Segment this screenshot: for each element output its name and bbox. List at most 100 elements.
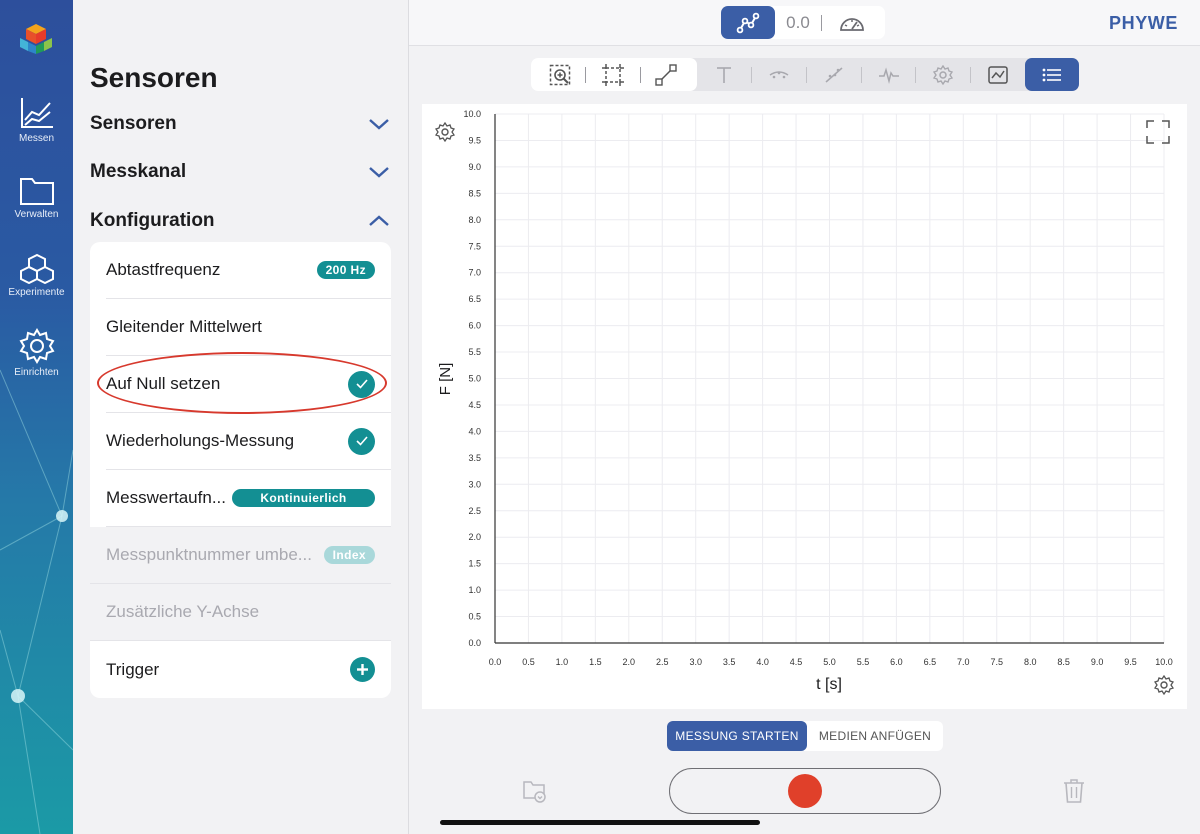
toolbar-active-group: [531, 58, 697, 91]
zoom-region-button[interactable]: [537, 58, 585, 91]
y-tick-label: 9.0: [468, 162, 481, 172]
acquisition-mode-badge[interactable]: Kontinuierlich: [232, 489, 375, 507]
config-row-gleitender-mittelwert[interactable]: Gleitender Mittelwert: [106, 299, 391, 356]
graph-mode-button[interactable]: [721, 6, 775, 39]
x-tick-label: 8.5: [1057, 657, 1070, 667]
x-tick-label: 0.5: [522, 657, 535, 667]
x-tick-label: 3.0: [689, 657, 702, 667]
config-row-zusaetzliche-y-achse: Zusätzliche Y-Achse: [90, 584, 391, 641]
x-tick-label: 7.0: [957, 657, 970, 667]
y-tick-label: 0.0: [468, 638, 481, 648]
y-tick-label: 9.5: [468, 135, 481, 145]
zero-checkbox[interactable]: [348, 370, 375, 398]
config-label: Gleitender Mittelwert: [106, 317, 262, 336]
y-tick-label: 8.0: [468, 215, 481, 225]
record-button[interactable]: [669, 768, 941, 814]
fit-curve-button[interactable]: [752, 58, 806, 91]
signal-icon: [878, 66, 899, 84]
section-messkanal[interactable]: Messkanal: [90, 157, 390, 187]
config-label: Messwertaufn...: [106, 488, 226, 507]
trash-icon[interactable]: [1062, 778, 1086, 804]
brand-logo: PHYWE: [1108, 13, 1178, 33]
section-label: Sensoren: [90, 113, 177, 134]
config-list: Abtastfrequenz 200 Hz Gleitender Mittelw…: [90, 242, 391, 698]
value-mode-button[interactable]: 0.0: [775, 13, 821, 33]
x-tick-label: 2.0: [623, 657, 636, 667]
config-label: Zusätzliche Y-Achse: [106, 602, 260, 621]
x-tick-label: 4.0: [756, 657, 769, 667]
x-axis-settings-button[interactable]: [1154, 675, 1174, 695]
y-tick-label: 1.0: [468, 585, 481, 595]
y-tick-label: 10.0: [463, 109, 481, 119]
config-label: Messpunktnummer umbe...: [106, 545, 312, 564]
x-tick-label: 6.0: [890, 657, 903, 667]
gauge-mode-button[interactable]: [822, 14, 882, 32]
rail-item-label: Messen: [18, 133, 54, 144]
x-tick-label: 5.5: [857, 657, 870, 667]
section-sensoren[interactable]: Sensoren: [90, 109, 390, 139]
app-logo-icon: [20, 24, 52, 54]
list-icon: [1042, 68, 1062, 81]
config-row-abtastfrequenz[interactable]: Abtastfrequenz 200 Hz: [106, 242, 391, 299]
fit-view-icon: [602, 63, 624, 86]
checkmark-icon: [355, 379, 368, 389]
repeat-checkbox[interactable]: [348, 427, 375, 455]
rail-item-verwalten[interactable]: Verwalten: [0, 174, 73, 220]
sample-rate-badge[interactable]: 200 Hz: [316, 261, 375, 279]
save-folder-icon[interactable]: [522, 778, 548, 804]
x-tick-label: 9.0: [1091, 657, 1104, 667]
rail-item-experimente[interactable]: Experimente: [0, 252, 73, 298]
y-axis-settings-button[interactable]: [435, 122, 455, 142]
force-time-chart[interactable]: 0.0 0.5 1.0 1.5 2.0 2.5 3.0 3.5 4.0 4.5 5.0 5.5 6.0 6…: [422, 104, 1187, 709]
fullscreen-icon[interactable]: [1146, 120, 1170, 144]
checkmark-icon: [355, 436, 368, 446]
analysis-view-button[interactable]: [971, 58, 1025, 91]
zoom-region-icon: [549, 64, 571, 85]
signal-analysis-button[interactable]: [862, 58, 916, 91]
config-row-auf-null-setzen[interactable]: Auf Null setzen: [106, 356, 391, 413]
y-tick-label: 2.5: [468, 506, 481, 516]
graph-nodes-icon: [736, 12, 760, 33]
attach-media-tab[interactable]: MEDIEN ANFÜGEN: [807, 721, 943, 751]
chevron-up-icon: [369, 215, 389, 226]
line-tool-icon: [655, 63, 677, 86]
y-tick-label: 0.5: [468, 612, 481, 622]
list-view-button[interactable]: [1025, 58, 1080, 91]
text-tool-button[interactable]: [697, 58, 751, 91]
y-tick-label: 7.0: [468, 268, 481, 278]
text-icon: [716, 66, 731, 83]
config-row-wiederholungs-messung[interactable]: Wiederholungs-Messung: [106, 413, 391, 470]
x-tick-label: 1.0: [556, 657, 569, 667]
home-indicator: [440, 820, 760, 825]
chevron-down-icon: [369, 119, 389, 130]
display-mode-switcher: 0.0: [721, 6, 885, 39]
rail-item-messen[interactable]: Messen: [0, 96, 73, 144]
cubes-icon: [19, 253, 54, 284]
add-trigger-button[interactable]: [350, 657, 375, 682]
y-tick-label: 3.5: [468, 453, 481, 463]
section-konfiguration[interactable]: Konfiguration: [90, 206, 390, 236]
x-tick-label: 8.0: [1024, 657, 1037, 667]
graph-settings-button[interactable]: [916, 58, 970, 91]
config-row-trigger[interactable]: Trigger: [106, 641, 391, 698]
chart-icon: [20, 98, 53, 128]
config-label: Abtastfrequenz: [106, 260, 221, 279]
x-tick-label: 3.5: [723, 657, 736, 667]
config-row-messpunktnummer: Messpunktnummer umbe... Index: [90, 527, 391, 584]
start-measurement-tab[interactable]: MESSUNG STARTEN: [667, 721, 807, 751]
page-title: Sensoren: [90, 62, 218, 93]
config-row-messwertaufnahme[interactable]: Messwertaufn... Kontinuierlich: [106, 470, 391, 527]
y-tick-label: 3.0: [468, 479, 481, 489]
config-label: Auf Null setzen: [106, 374, 221, 393]
x-axis-label: t [s]: [816, 676, 842, 693]
fit-view-button[interactable]: [586, 58, 640, 91]
line-tool-button[interactable]: [641, 58, 691, 91]
sensor-sidebar: Sensoren Sensoren Messkanal Konfiguratio…: [73, 0, 409, 834]
x-tick-label: 4.5: [790, 657, 803, 667]
regression-button[interactable]: [807, 58, 861, 91]
x-tick-label: 10.0: [1155, 657, 1173, 667]
app-rail: Messen Verwalten Experimente Einrichten: [0, 0, 73, 834]
plus-icon: [357, 664, 368, 675]
chevron-down-icon: [369, 167, 389, 178]
y-tick-label: 2.0: [468, 532, 481, 542]
